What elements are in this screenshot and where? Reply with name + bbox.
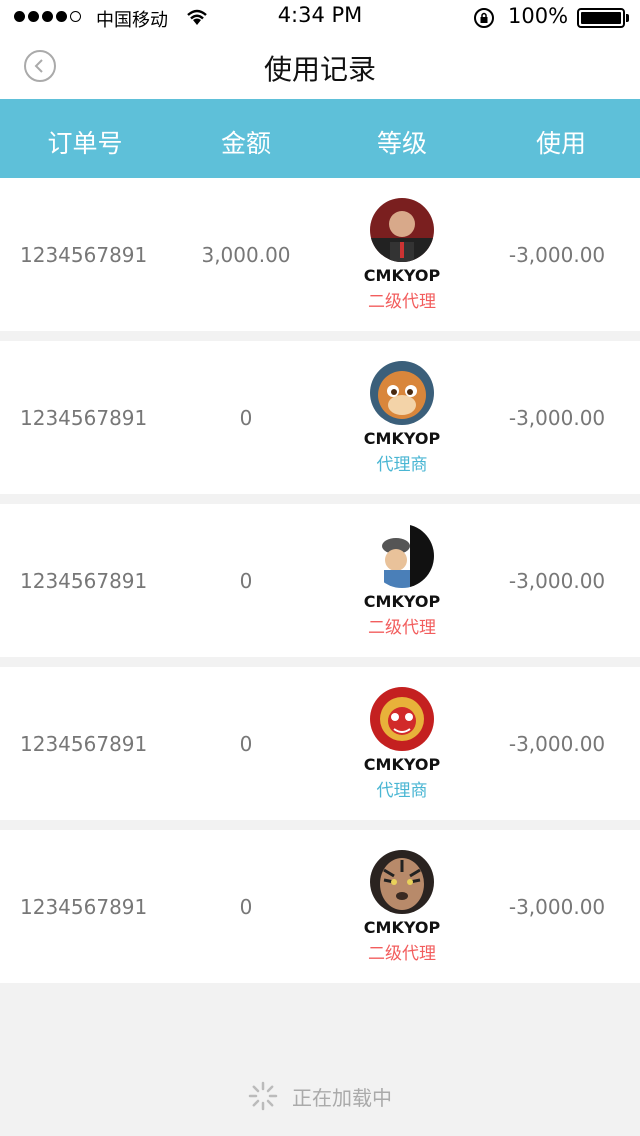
spinner-icon <box>248 1081 278 1111</box>
level-tag: 二级代理 <box>368 618 436 638</box>
amount-value: 3,000.00 <box>201 242 291 267</box>
man-avatar <box>370 198 434 262</box>
use-value: -3,000.00 <box>508 894 606 919</box>
opera-mask-avatar <box>370 687 434 751</box>
order-number: 1234567891 <box>20 731 148 756</box>
use-value: -3,000.00 <box>508 568 606 593</box>
use-value: -3,000.00 <box>508 242 606 267</box>
navigation-bar: 使用记录 <box>0 34 640 99</box>
amount-value: 0 <box>239 568 253 593</box>
order-number: 1234567891 <box>20 242 148 267</box>
level-cell: CMKYOP 二级代理 <box>332 198 472 312</box>
cartoon-grandpa-avatar <box>370 524 434 588</box>
column-header-order: 订单号 <box>47 129 123 158</box>
table-row[interactable]: 1234567891 0 CMKYOP 二级代理 -3,000.00 <box>0 504 640 657</box>
battery-icon <box>577 8 625 28</box>
loading-indicator: 正在加载中 <box>0 1078 640 1114</box>
column-header-use: 使用 <box>535 129 586 158</box>
battery-percent: 100% <box>508 4 569 28</box>
level-cell: CMKYOP 二级代理 <box>332 850 472 964</box>
column-header-level: 等级 <box>376 129 427 158</box>
table-row[interactable]: 1234567891 0 CMKYOP 代理商 -3,000.00 <box>0 667 640 820</box>
amount-value: 0 <box>239 731 253 756</box>
page-title: 使用记录 <box>263 53 376 86</box>
level-tag: 二级代理 <box>368 944 436 964</box>
order-number: 1234567891 <box>20 894 148 919</box>
level-username: CMKYOP <box>363 266 441 285</box>
column-header-amount: 金额 <box>220 129 271 158</box>
level-tag: 二级代理 <box>368 292 436 312</box>
level-username: CMKYOP <box>363 429 441 448</box>
table-header: 订单号 金额 等级 使用 <box>0 99 640 178</box>
level-username: CMKYOP <box>363 592 441 611</box>
level-username: CMKYOP <box>363 918 441 937</box>
rotation-lock-icon <box>474 8 494 28</box>
table-row[interactable]: 1234567891 3,000.00 CMKYOP 二级代理 -3,000.0… <box>0 178 640 331</box>
table-row[interactable]: 1234567891 0 CMKYOP 代理商 -3,000.00 <box>0 341 640 494</box>
use-value: -3,000.00 <box>508 731 606 756</box>
level-cell: CMKYOP 二级代理 <box>332 524 472 638</box>
table-row[interactable]: 1234567891 0 CMKYOP 二级代理 -3,000.00 <box>0 830 640 983</box>
loading-text: 正在加载中 <box>292 1085 392 1110</box>
tiger-avatar <box>370 850 434 914</box>
amount-value: 0 <box>239 894 253 919</box>
order-number: 1234567891 <box>20 405 148 430</box>
level-tag: 代理商 <box>376 781 428 801</box>
level-username: CMKYOP <box>363 755 441 774</box>
level-tag: 代理商 <box>376 455 428 475</box>
chipmunk-avatar <box>370 361 434 425</box>
level-cell: CMKYOP 代理商 <box>332 687 472 801</box>
status-bar: 中国移动 4:34 PM 100% <box>0 0 640 34</box>
amount-value: 0 <box>239 405 253 430</box>
order-number: 1234567891 <box>20 568 148 593</box>
use-value: -3,000.00 <box>508 405 606 430</box>
level-cell: CMKYOP 代理商 <box>332 361 472 475</box>
